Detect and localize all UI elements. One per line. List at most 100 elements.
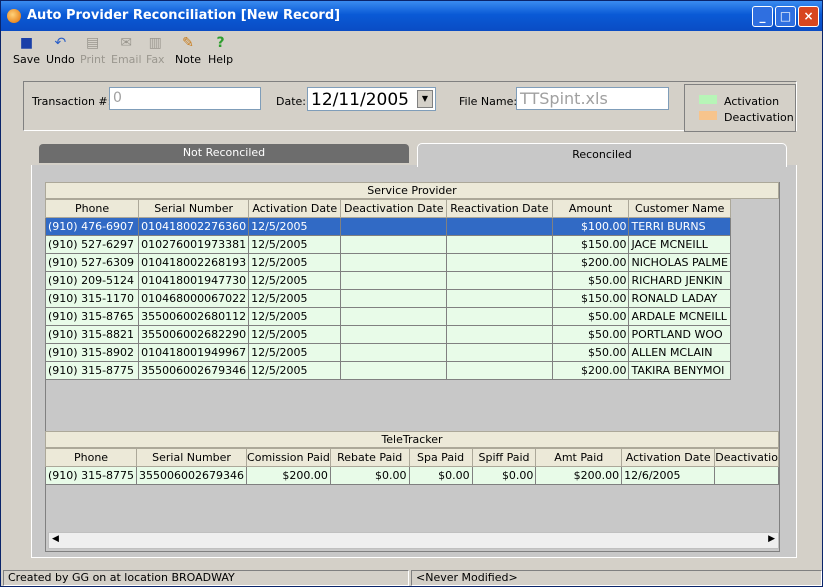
table-cell[interactable]: NICHOLAS PALME <box>628 253 731 272</box>
table-cell[interactable]: (910) 527-6309 <box>44 253 140 272</box>
column-header[interactable]: Phone <box>44 199 140 218</box>
table-cell[interactable]: 010418001947730 <box>138 271 250 290</box>
table-row[interactable]: (910) 476-6907 010418002276360 12/5/2005 $1… <box>44 217 731 236</box>
table-cell[interactable]: $100.00 <box>551 217 630 236</box>
maximize-button[interactable]: □ <box>775 6 796 27</box>
table-cell[interactable] <box>446 217 553 236</box>
date-picker[interactable]: 12/11/2005 ▼ <box>307 87 436 111</box>
save-button[interactable]: ■ Save <box>13 35 40 66</box>
table-cell[interactable]: 12/5/2005 <box>248 325 342 344</box>
table-cell[interactable]: $50.00 <box>551 307 630 326</box>
table-cell[interactable] <box>446 235 553 254</box>
table-cell[interactable]: $150.00 <box>551 235 630 254</box>
table-cell[interactable]: 12/5/2005 <box>248 271 342 290</box>
table-cell[interactable] <box>340 289 448 308</box>
table-cell[interactable]: $200.00 <box>246 466 331 485</box>
column-header[interactable]: Reactivation Date <box>446 199 553 218</box>
table-cell[interactable]: (910) 315-8902 <box>44 343 140 362</box>
table-cell[interactable]: ARDALE MCNEILL <box>628 307 731 326</box>
table-row[interactable]: (910) 315-8902 010418001949967 12/5/2005 $5… <box>44 343 731 362</box>
table-cell[interactable]: TAKIRA BENYMOI <box>628 361 731 380</box>
table-cell[interactable] <box>340 217 448 236</box>
column-header[interactable]: Activation Date <box>248 199 342 218</box>
table-cell[interactable]: 010418002276360 <box>138 217 250 236</box>
table-cell[interactable] <box>714 466 779 485</box>
table-cell[interactable]: $0.00 <box>471 466 537 485</box>
table-cell[interactable]: 12/5/2005 <box>248 235 342 254</box>
table-cell[interactable]: $50.00 <box>551 325 630 344</box>
table-cell[interactable] <box>340 343 448 362</box>
table-cell[interactable] <box>446 325 553 344</box>
table-row[interactable]: (910) 527-6297 010276001973381 12/5/2005 $1… <box>44 235 731 254</box>
table-cell[interactable]: 010276001973381 <box>138 235 250 254</box>
dropdown-arrow-icon[interactable]: ▼ <box>417 90 433 108</box>
table-cell[interactable]: $150.00 <box>551 289 630 308</box>
table-cell[interactable]: 355006002680112 <box>138 307 250 326</box>
table-cell[interactable]: 12/5/2005 <box>248 307 342 326</box>
table-row[interactable]: (910) 315-8821 355006002682290 12/5/2005 $5… <box>44 325 731 344</box>
table-row[interactable]: (910) 315-1170 010468000067022 12/5/2005 $1… <box>44 289 731 308</box>
scroll-right-icon[interactable]: ▶ <box>768 534 775 544</box>
table-row[interactable]: (910) 209-5124 010418001947730 12/5/2005 $5… <box>44 271 731 290</box>
table-cell[interactable] <box>340 325 448 344</box>
table-cell[interactable]: 010418002268193 <box>138 253 250 272</box>
close-button[interactable]: × <box>798 6 819 27</box>
table-cell[interactable] <box>446 253 553 272</box>
column-header[interactable]: Deactivation Date <box>340 199 448 218</box>
table-row[interactable]: (910) 315-8775 355006002679346 $200.00 $0.0… <box>44 466 779 485</box>
table-cell[interactable]: $200.00 <box>551 361 630 380</box>
table-cell[interactable] <box>446 271 553 290</box>
print-button[interactable]: ▤ Print <box>80 35 105 66</box>
table-row[interactable]: (910) 315-8775 355006002679346 12/5/2005 $2… <box>44 361 731 380</box>
column-header[interactable]: Spa Paid <box>408 448 473 467</box>
column-header[interactable]: Comission Paid <box>246 448 331 467</box>
transaction-number-field[interactable]: 0 <box>109 87 261 110</box>
table-cell[interactable]: (910) 315-8821 <box>44 325 140 344</box>
table-cell[interactable]: TERRI BURNS <box>628 217 731 236</box>
table-cell[interactable] <box>446 361 553 380</box>
table-cell[interactable]: 12/5/2005 <box>248 343 342 362</box>
table-cell[interactable] <box>446 289 553 308</box>
table-cell[interactable]: RONALD LADAY <box>628 289 731 308</box>
table-cell[interactable]: 010468000067022 <box>138 289 250 308</box>
table-cell[interactable]: (910) 209-5124 <box>44 271 140 290</box>
table-cell[interactable]: 12/5/2005 <box>248 361 342 380</box>
table-cell[interactable]: 355006002682290 <box>138 325 250 344</box>
table-cell[interactable]: (910) 315-8765 <box>44 307 140 326</box>
title-bar[interactable]: Auto Provider Reconciliation [New Record… <box>1 1 822 31</box>
email-button[interactable]: ✉ Email <box>111 35 142 66</box>
column-header[interactable]: Spiff Paid <box>471 448 537 467</box>
table-cell[interactable]: 355006002679346 <box>138 361 250 380</box>
note-button[interactable]: ✎ Note <box>175 35 201 66</box>
table-cell[interactable]: $50.00 <box>551 271 630 290</box>
table-cell[interactable]: 12/5/2005 <box>248 217 342 236</box>
table-cell[interactable] <box>340 235 448 254</box>
table-cell[interactable]: 355006002679346 <box>136 466 248 485</box>
scroll-left-icon[interactable]: ◀ <box>52 534 59 544</box>
table-cell[interactable]: 12/5/2005 <box>248 253 342 272</box>
undo-button[interactable]: ↶ Undo <box>46 35 75 66</box>
table-cell[interactable]: (910) 315-8775 <box>44 466 138 485</box>
column-header[interactable]: Amount <box>551 199 630 218</box>
table-cell[interactable]: (910) 315-8775 <box>44 361 140 380</box>
column-header[interactable]: Activation Date <box>621 448 716 467</box>
table-cell[interactable] <box>446 307 553 326</box>
table-cell[interactable]: RICHARD JENKIN <box>628 271 731 290</box>
table-cell[interactable]: (910) 315-1170 <box>44 289 140 308</box>
table-cell[interactable]: $200.00 <box>551 253 630 272</box>
table-cell[interactable]: (910) 527-6297 <box>44 235 140 254</box>
table-cell[interactable] <box>446 343 553 362</box>
table-cell[interactable] <box>340 271 448 290</box>
table-cell[interactable]: PORTLAND WOO <box>628 325 731 344</box>
table-cell[interactable]: ALLEN MCLAIN <box>628 343 731 362</box>
table-cell[interactable] <box>340 361 448 380</box>
table-row[interactable]: (910) 527-6309 010418002268193 12/5/2005 $2… <box>44 253 731 272</box>
table-cell[interactable]: $0.00 <box>329 466 410 485</box>
table-cell[interactable]: $200.00 <box>535 466 623 485</box>
column-header[interactable]: Serial Number <box>138 199 250 218</box>
column-header[interactable]: Customer Name <box>628 199 731 218</box>
table-cell[interactable] <box>340 253 448 272</box>
filename-field[interactable]: TTSpint.xls <box>516 87 669 110</box>
table-cell[interactable]: JACE MCNEILL <box>628 235 731 254</box>
column-header[interactable]: Amt Paid <box>535 448 623 467</box>
